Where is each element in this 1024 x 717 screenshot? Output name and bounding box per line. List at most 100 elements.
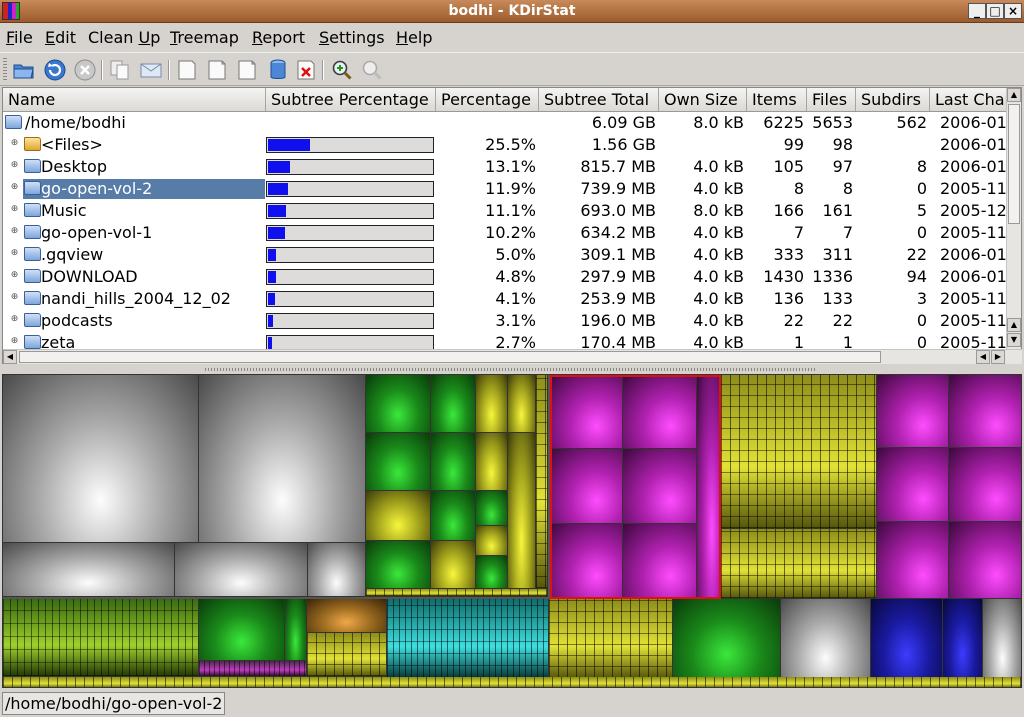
menu-treemap[interactable]: Treemap bbox=[170, 28, 239, 47]
treemap-tile[interactable] bbox=[308, 543, 366, 597]
expand-toggle-icon[interactable]: ⊕ bbox=[10, 139, 19, 149]
treemap-tile[interactable] bbox=[387, 599, 549, 679]
treemap-tile[interactable] bbox=[366, 433, 431, 491]
treemap-tile[interactable] bbox=[949, 375, 1021, 448]
column-header-subtree-total[interactable]: Subtree Total bbox=[539, 88, 659, 111]
tree-row[interactable]: ⊕ DOWNLOAD 4.8% 297.9 MB 4.0 kB 1430 1336 94 200… bbox=[3, 266, 1007, 288]
horizontal-scrollbar[interactable]: ◀ ◀ ▶ bbox=[3, 349, 1022, 364]
column-header-own-size[interactable]: Own Size bbox=[659, 88, 747, 111]
tree-row[interactable]: ⊕ go-open-vol-2 11.9% 739.9 MB 4.0 kB 8 8 0 2005… bbox=[3, 178, 1007, 200]
treemap-tile[interactable] bbox=[983, 599, 1021, 679]
treemap-tile[interactable] bbox=[549, 599, 673, 679]
treemap-tile[interactable] bbox=[431, 491, 476, 541]
treemap-tile[interactable] bbox=[871, 599, 943, 679]
expand-toggle-icon[interactable]: ⊕ bbox=[10, 183, 19, 193]
treemap-view[interactable] bbox=[2, 374, 1022, 688]
tree-row[interactable]: ⊕ podcasts 3.1% 196.0 MB 4.0 kB 22 22 0 2005-11 bbox=[3, 310, 1007, 332]
treemap-tile[interactable] bbox=[307, 599, 387, 633]
treemap-tile[interactable] bbox=[3, 375, 199, 543]
scroll-up-arrow[interactable]: ▲ bbox=[1007, 88, 1021, 102]
treemap-tile[interactable] bbox=[949, 448, 1021, 522]
scroll-left-arrow[interactable]: ◀ bbox=[3, 350, 17, 364]
page-icon[interactable] bbox=[235, 58, 259, 82]
database-icon[interactable] bbox=[266, 58, 290, 82]
tree-row[interactable]: ⊕ go-open-vol-1 10.2% 634.2 MB 4.0 kB 7 7 0 2005… bbox=[3, 222, 1007, 244]
tree-row[interactable]: ⊕ Music 11.1% 693.0 MB 8.0 kB 166 161 5 2005-12 bbox=[3, 200, 1007, 222]
treemap-tile[interactable] bbox=[476, 433, 508, 491]
close-button[interactable]: × bbox=[1004, 3, 1022, 19]
menu-cleanup[interactable]: Clean Up bbox=[88, 28, 160, 47]
scroll-right-arrow[interactable]: ▶ bbox=[991, 350, 1005, 364]
pane-splitter[interactable] bbox=[0, 366, 1024, 373]
minimize-button[interactable]: _ bbox=[968, 3, 986, 19]
expand-toggle-icon[interactable]: ⊕ bbox=[10, 205, 19, 215]
toolbar-grip[interactable] bbox=[3, 58, 7, 82]
vertical-scrollbar[interactable]: ▲ ▲ ▼ bbox=[1006, 88, 1021, 349]
treemap-tile[interactable] bbox=[431, 375, 476, 433]
treemap-tile[interactable] bbox=[199, 661, 307, 677]
treemap-tile[interactable] bbox=[476, 556, 508, 589]
scroll-left-arrow[interactable]: ◀ bbox=[976, 350, 990, 364]
treemap-tile[interactable] bbox=[476, 491, 508, 526]
vertical-scroll-thumb[interactable] bbox=[1008, 104, 1020, 224]
expand-toggle-icon[interactable]: ⊕ bbox=[10, 337, 19, 347]
tree-row-root[interactable]: /home/bodhi 6.09 GB 8.0 kB 6225 5653 562 2006-… bbox=[3, 112, 1007, 134]
expand-toggle-icon[interactable]: ⊕ bbox=[10, 315, 19, 325]
open-folder-icon[interactable] bbox=[12, 58, 36, 82]
treemap-tile[interactable] bbox=[431, 433, 476, 491]
delete-icon[interactable] bbox=[294, 58, 318, 82]
column-header-subtree-percentage[interactable]: Subtree Percentage bbox=[266, 88, 436, 111]
expand-toggle-icon[interactable]: ⊕ bbox=[10, 161, 19, 171]
maximize-button[interactable]: □ bbox=[986, 3, 1004, 19]
treemap-tile[interactable] bbox=[721, 375, 877, 529]
treemap-tile[interactable] bbox=[721, 529, 877, 599]
treemap-tile[interactable] bbox=[877, 448, 949, 522]
menu-edit[interactable]: Edit bbox=[45, 28, 76, 47]
treemap-tile[interactable] bbox=[3, 599, 199, 677]
menu-file[interactable]: File bbox=[6, 28, 33, 47]
column-header-items[interactable]: Items bbox=[747, 88, 807, 111]
expand-toggle-icon[interactable]: ⊕ bbox=[10, 227, 19, 237]
treemap-tile[interactable] bbox=[943, 599, 983, 679]
column-header-last-change[interactable]: Last Change bbox=[930, 88, 1007, 111]
treemap-tile[interactable] bbox=[508, 375, 536, 433]
directory-tree-list[interactable]: Name Subtree Percentage Percentage Subtree … bbox=[2, 87, 1022, 364]
treemap-tile[interactable] bbox=[476, 375, 508, 433]
treemap-tile[interactable] bbox=[476, 526, 508, 556]
treemap-tile[interactable] bbox=[877, 522, 949, 599]
treemap-tile[interactable] bbox=[366, 589, 548, 597]
column-header-name[interactable]: Name bbox=[3, 88, 266, 111]
treemap-tile[interactable] bbox=[307, 633, 387, 677]
tree-row[interactable]: ⊕ <Files> 25.5% 1.56 GB 99 98 2006-01 bbox=[3, 134, 1007, 156]
scroll-down-arrow[interactable]: ▼ bbox=[1007, 333, 1021, 347]
column-header-percentage[interactable]: Percentage bbox=[436, 88, 539, 111]
page-alt-icon[interactable] bbox=[205, 58, 229, 82]
tree-row[interactable]: ⊕ Desktop 13.1% 815.7 MB 4.0 kB 105 97 8 2006-01 bbox=[3, 156, 1007, 178]
treemap-tile[interactable] bbox=[536, 375, 548, 589]
refresh-icon[interactable] bbox=[43, 58, 67, 82]
expand-toggle-icon[interactable]: ⊕ bbox=[10, 293, 19, 303]
treemap-tile[interactable] bbox=[199, 599, 285, 661]
treemap-tile[interactable] bbox=[781, 599, 871, 679]
column-header-files[interactable]: Files bbox=[807, 88, 856, 111]
horizontal-scroll-thumb[interactable] bbox=[19, 351, 881, 363]
copy-icon[interactable] bbox=[108, 58, 132, 82]
stop-icon[interactable] bbox=[73, 58, 97, 82]
menu-help[interactable]: Help bbox=[396, 28, 432, 47]
treemap-tile[interactable] bbox=[366, 541, 431, 589]
treemap-tile[interactable] bbox=[673, 599, 781, 679]
tree-row[interactable]: ⊕ .gqview 5.0% 309.1 MB 4.0 kB 333 311 22 2006-0… bbox=[3, 244, 1007, 266]
treemap-tile[interactable] bbox=[949, 522, 1021, 599]
mail-icon[interactable] bbox=[139, 58, 163, 82]
zoom-out-icon[interactable] bbox=[360, 58, 384, 82]
treemap-tile[interactable] bbox=[366, 375, 431, 433]
treemap-tile[interactable] bbox=[366, 491, 431, 541]
treemap-tile[interactable] bbox=[877, 375, 949, 448]
zoom-in-icon[interactable] bbox=[330, 58, 354, 82]
treemap-tile[interactable] bbox=[175, 543, 308, 597]
treemap-tile[interactable] bbox=[285, 599, 307, 661]
tree-row[interactable]: ⊕ nandi_hills_2004_12_02 4.1% 253.9 MB 4.0 k… bbox=[3, 288, 1007, 310]
treemap-tile[interactable] bbox=[508, 433, 536, 589]
expand-toggle-icon[interactable]: ⊕ bbox=[10, 271, 19, 281]
treemap-tile[interactable] bbox=[199, 375, 366, 543]
